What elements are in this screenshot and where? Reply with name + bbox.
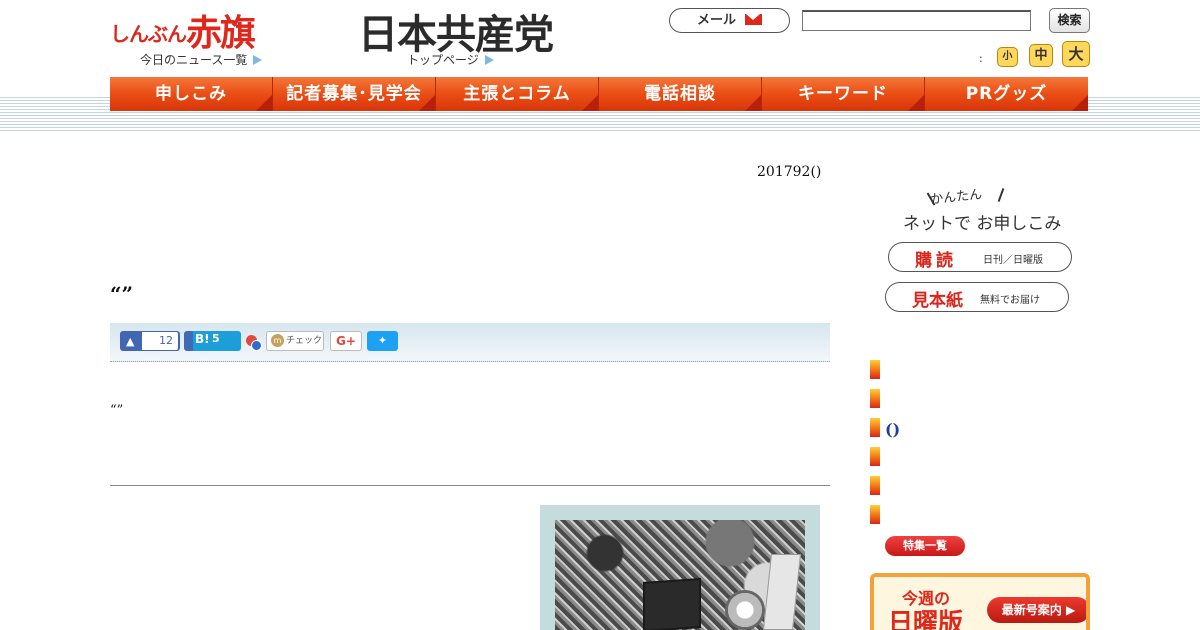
nav-item-apply[interactable]: 申しこみ — [110, 77, 273, 111]
google-plus-button[interactable]: G+ — [330, 331, 362, 351]
nav-item-label: 申しこみ — [155, 84, 227, 104]
bookmark-icon[interactable] — [246, 335, 262, 351]
sunday-edition-title: 日曜版 — [888, 608, 964, 630]
envelope-icon — [745, 14, 762, 25]
bookmark-icon-blue — [251, 340, 262, 351]
akahata-logo-big: 赤旗 — [186, 13, 256, 54]
mail-button[interactable]: メール — [669, 8, 790, 33]
sidebar-link[interactable]: () — [885, 420, 900, 439]
nav-item-keyword[interactable]: キーワード — [762, 77, 925, 111]
font-large-button[interactable]: 大 — [1062, 41, 1090, 67]
arrow-right-icon — [253, 55, 263, 65]
twitter-button[interactable]: ✦ — [367, 331, 398, 351]
news-list-label: 今日のニュース一覧 — [140, 53, 248, 67]
article-subhead: “” — [110, 403, 124, 418]
news-list-link[interactable]: 今日のニュース一覧 — [140, 51, 263, 68]
top-page-label: トップページ — [407, 53, 479, 67]
corner-ribbon-icon — [1072, 95, 1088, 111]
font-size-colon: : — [979, 52, 983, 65]
article-photo — [555, 520, 805, 630]
hatena-bookmark-button[interactable]: B! 5 — [184, 331, 241, 351]
article-date: 201792() — [757, 164, 822, 180]
article-photo-frame — [540, 505, 820, 630]
corner-ribbon-icon — [582, 95, 598, 111]
latest-issue-button[interactable]: 最新号案内 ▶ — [987, 597, 1086, 623]
nav-item-phone[interactable]: 電話相談 — [599, 77, 762, 111]
nav-item-label: 主張とコラム — [463, 84, 571, 104]
mixi-check-button[interactable]: m チェック — [266, 331, 324, 351]
nav-item-label: 記者募集･見学会 — [286, 84, 422, 104]
sidebar-bullet-icon — [870, 505, 880, 524]
nav-item-editorial[interactable]: 主張とコラム — [436, 77, 599, 111]
main-nav: 申しこみ 記者募集･見学会 主張とコラム 電話相談 キーワード PRグッズ — [110, 77, 1088, 111]
share-bar: ▲ 12 B! 5 m チェック G+ ✦ — [110, 323, 830, 362]
net-apply-heading: ネットで お申しこみ — [903, 214, 1062, 234]
sidebar-bullet-icon — [870, 389, 880, 408]
twitter-bird-icon: ✦ — [377, 334, 388, 347]
feature-list-button[interactable]: 特集一覧 — [885, 536, 965, 556]
kantan-label: かんたん — [929, 187, 983, 208]
nav-item-recruit[interactable]: 記者募集･見学会 — [273, 77, 436, 111]
arrow-right-icon — [484, 55, 494, 65]
corner-ribbon-icon — [745, 95, 761, 111]
subscribe-title: 購読 — [915, 251, 957, 271]
corner-ribbon-icon — [908, 95, 924, 111]
sidebar-bullet-icon — [870, 447, 880, 466]
hatena-count: 5 — [212, 332, 220, 345]
sidebar-bullet-icon — [870, 418, 880, 437]
font-mid-button[interactable]: 中 — [1029, 44, 1053, 67]
search-input[interactable] — [802, 10, 1031, 31]
font-small-button[interactable]: 小 — [997, 47, 1018, 67]
kantan-mark-right — [997, 188, 1005, 202]
mail-label: メール — [696, 13, 736, 28]
corner-ribbon-icon — [256, 95, 272, 111]
article-divider — [110, 485, 830, 486]
sunday-edition-banner[interactable]: 今週の 日曜版 最新号案内 ▶ — [870, 573, 1090, 630]
mixi-label: チェック — [286, 336, 323, 346]
sidebar-bullet-icon — [870, 476, 880, 495]
akahata-logo[interactable]: しんぶん赤旗 — [110, 4, 290, 54]
nav-item-label: PRグッズ — [965, 84, 1048, 104]
corner-ribbon-icon — [419, 95, 435, 111]
sample-paper-button[interactable]: 見本紙 無料でお届け — [885, 282, 1069, 312]
like-count: 12 — [142, 332, 178, 350]
thumbs-up-icon: ▲ — [126, 335, 135, 348]
nav-item-label: キーワード — [798, 84, 888, 104]
hatena-icon: B! — [195, 332, 210, 346]
photo-memorial-stone — [643, 577, 701, 630]
photo-monument — [763, 554, 801, 630]
subscribe-subtitle: 日刊／日曜版 — [983, 255, 1043, 266]
search-button[interactable]: 検索 — [1049, 8, 1090, 33]
mixi-icon: m — [271, 334, 284, 347]
top-page-link[interactable]: トップページ — [407, 51, 494, 68]
nav-item-label: 電話相談 — [644, 84, 716, 104]
sample-subtitle: 無料でお届け — [980, 295, 1040, 306]
sidebar-bullet-icon — [870, 360, 880, 379]
facebook-like-button[interactable]: ▲ 12 — [120, 331, 180, 351]
photo-flowers — [725, 590, 765, 630]
sample-title: 見本紙 — [912, 291, 963, 311]
nav-item-pr-goods[interactable]: PRグッズ — [925, 77, 1088, 111]
akahata-logo-small: しんぶん — [110, 22, 187, 46]
subscribe-button[interactable]: 購読 日刊／日曜版 — [888, 242, 1072, 272]
article-headline: “” — [110, 282, 134, 306]
